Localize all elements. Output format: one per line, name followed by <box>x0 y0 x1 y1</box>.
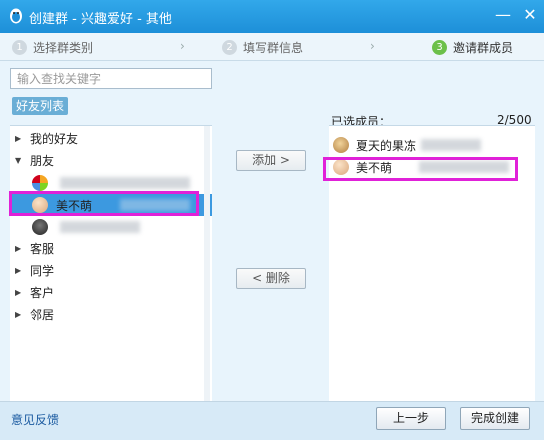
close-icon[interactable]: ✕ <box>518 5 542 25</box>
avatar <box>333 159 349 175</box>
step-2: 2 填写群信息 <box>222 39 303 55</box>
member-name: 美不萌 <box>356 161 393 175</box>
member-name: 夏天的果冻 <box>356 139 417 153</box>
group-label: 朋友 <box>30 154 55 168</box>
search-input[interactable] <box>11 69 211 88</box>
avatar <box>32 175 48 191</box>
search-box[interactable] <box>10 68 212 89</box>
group-label: 客户 <box>30 286 55 300</box>
group-my-friends[interactable]: ▶ 我的好友 <box>10 128 212 150</box>
step-1-number: 1 <box>12 40 27 55</box>
group-clients[interactable]: ▶ 客户 <box>10 282 212 304</box>
invite-members-panel: 好友列表 ▶ 我的好友 ▼ 朋友 美不萌 ▶ 客服 ▶ <box>0 61 544 402</box>
caret-right-icon: ▶ <box>15 266 22 275</box>
step-3: 3 邀请群成员 <box>432 39 513 55</box>
avatar <box>32 197 48 213</box>
member-row[interactable]: 夏天的果冻 <box>329 134 535 156</box>
caret-right-icon: ▶ <box>15 244 22 253</box>
caret-right-icon: ▶ <box>15 310 22 319</box>
avatar <box>333 137 349 153</box>
redacted-name <box>419 161 509 173</box>
step-2-label: 填写群信息 <box>243 41 304 55</box>
title-bar: 创建群 - 兴趣爱好 - 其他 — ✕ <box>0 0 544 33</box>
finish-create-button[interactable]: 完成创建 <box>460 407 530 430</box>
group-label: 我的好友 <box>30 132 79 146</box>
step-2-number: 2 <box>222 40 237 55</box>
wizard-steps: 1 选择群类别 › 2 填写群信息 › 3 邀请群成员 <box>0 33 544 61</box>
window-title: 创建群 - 兴趣爱好 - 其他 <box>29 12 172 27</box>
step-arrow-icon: › <box>370 39 375 53</box>
caret-down-icon: ▼ <box>15 156 22 165</box>
friend-row[interactable] <box>10 216 212 238</box>
friend-name: 美不萌 <box>56 199 93 213</box>
step-3-number: 3 <box>432 40 447 55</box>
group-label: 同学 <box>30 264 55 278</box>
redacted-name <box>60 221 140 233</box>
previous-button[interactable]: 上一步 <box>376 407 446 430</box>
group-classmates[interactable]: ▶ 同学 <box>10 260 212 282</box>
caret-right-icon: ▶ <box>15 134 22 143</box>
qq-penguin-icon <box>10 8 22 24</box>
remove-button[interactable]: < 删除 <box>236 268 306 289</box>
avatar <box>32 219 48 235</box>
selected-members-list: 夏天的果冻 美不萌 <box>329 125 535 401</box>
friend-row[interactable] <box>10 172 212 194</box>
group-neighbors[interactable]: ▶ 邻居 <box>10 304 212 326</box>
group-label: 邻居 <box>30 308 55 322</box>
redacted-name <box>60 177 190 189</box>
step-1-label: 选择群类别 <box>33 41 94 55</box>
friend-tree: ▶ 我的好友 ▼ 朋友 美不萌 ▶ 客服 ▶ 同学 ▶ 客户 ▶ 邻居 <box>10 125 212 402</box>
group-customer-service[interactable]: ▶ 客服 <box>10 238 212 260</box>
friend-list-tab[interactable]: 好友列表 <box>12 97 69 115</box>
caret-right-icon: ▶ <box>15 288 22 297</box>
dialog-footer: 意见反馈 上一步 完成创建 <box>0 401 544 440</box>
friend-row-selected[interactable]: 美不萌 <box>10 194 212 216</box>
minimize-icon[interactable]: — <box>491 5 515 25</box>
add-button[interactable]: 添加 > <box>236 150 306 171</box>
feedback-link[interactable]: 意见反馈 <box>11 411 59 428</box>
redacted-name <box>421 139 481 151</box>
group-friends[interactable]: ▼ 朋友 <box>10 150 212 172</box>
group-label: 客服 <box>30 242 55 256</box>
step-1: 1 选择群类别 <box>12 39 93 55</box>
tree-scrollbar[interactable] <box>204 126 210 402</box>
member-row[interactable]: 美不萌 <box>329 156 535 178</box>
step-arrow-icon: › <box>180 39 185 53</box>
step-3-label: 邀请群成员 <box>453 41 514 55</box>
redacted-name <box>120 199 190 211</box>
